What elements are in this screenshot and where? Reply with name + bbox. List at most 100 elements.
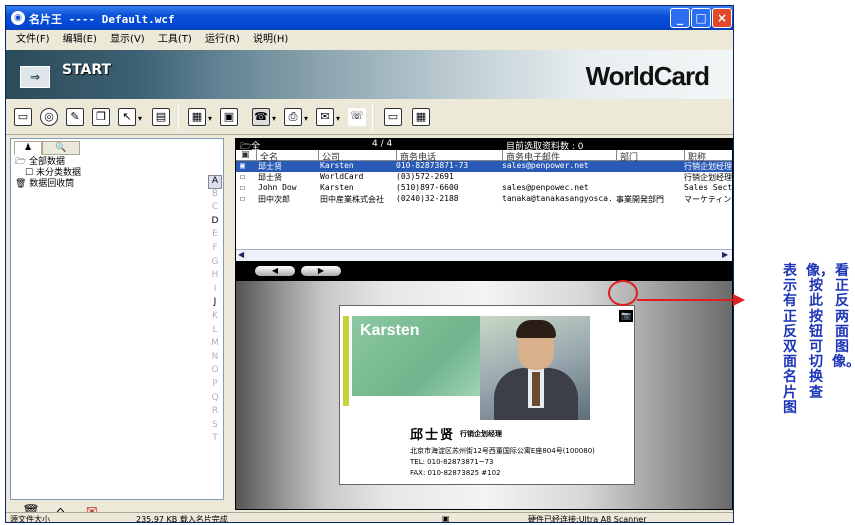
menu-run[interactable]: 运行(R)	[205, 30, 240, 50]
card-tel: TEL: 010-82873871~73	[410, 458, 494, 466]
menu-tools[interactable]: 工具(T)	[158, 30, 192, 50]
start-button[interactable]: ⇒ START	[20, 60, 130, 90]
tree-item-uncategorized[interactable]: ☐ 未分类数据	[15, 168, 81, 179]
chevron-down-icon[interactable]: ▾	[304, 114, 308, 123]
callout-arrow	[637, 299, 735, 301]
alpha-g[interactable]: G	[208, 257, 222, 271]
menu-file[interactable]: 文件(F)	[16, 30, 50, 50]
table-row[interactable]: ☐ John Dow Karsten (510)897-6600 sales@p…	[236, 183, 732, 194]
scanner-icon: ⇒	[20, 66, 50, 88]
menu-bar: 文件(F) 编辑(E) 显示(V) 工具(T) 运行(R) 说明(H)	[6, 30, 733, 50]
alpha-r[interactable]: R	[208, 406, 222, 420]
copy-icon[interactable]: ❐	[92, 108, 110, 126]
save-icon[interactable]: ▭	[14, 108, 32, 126]
export-icon[interactable]: ▣	[220, 108, 238, 126]
alpha-o[interactable]: O	[208, 365, 222, 379]
chevron-down-icon[interactable]: ▾	[336, 114, 340, 123]
alpha-s[interactable]: S	[208, 420, 222, 434]
print-icon[interactable]: ▦	[188, 108, 206, 126]
col-company[interactable]: 公司	[318, 150, 340, 163]
menu-help[interactable]: 说明(H)	[253, 30, 288, 50]
card-address: 北京市海淀区苏州街12号西董国际公寓E座804号(100080)	[410, 447, 595, 455]
alpha-k[interactable]: K	[208, 311, 222, 325]
view-icon[interactable]: ▤	[152, 108, 170, 126]
scroll-right-icon[interactable]: ▶	[722, 250, 728, 259]
menu-view[interactable]: 显示(V)	[110, 30, 145, 50]
alpha-a[interactable]: A	[208, 175, 222, 189]
alpha-q[interactable]: Q	[208, 393, 222, 407]
alpha-c[interactable]: C	[208, 202, 222, 216]
chevron-down-icon[interactable]: ▾	[138, 114, 142, 123]
close-button[interactable]: ×	[712, 8, 732, 28]
col-title[interactable]: 职称	[684, 150, 706, 163]
alpha-m[interactable]: M	[208, 338, 222, 352]
card-person-title: 行销企划经理	[460, 430, 502, 438]
alpha-b[interactable]: B	[208, 189, 222, 203]
email-icon[interactable]: ✉	[316, 108, 334, 126]
record-count: 4 / 4	[372, 139, 393, 149]
maximize-button[interactable]: □	[691, 8, 711, 28]
annotation-col2: 像，按此按钮可切换查	[806, 263, 834, 401]
col-dept[interactable]: 部门	[616, 150, 638, 163]
layout-icon[interactable]: ▦	[412, 108, 430, 126]
pane-splitter[interactable]	[225, 138, 233, 500]
col-name[interactable]: 全名	[256, 150, 278, 163]
card-stripe	[343, 316, 349, 406]
toolbar-separator	[372, 104, 373, 130]
alpha-j[interactable]: J	[208, 297, 222, 311]
banner: ⇒ START WorldCard	[6, 50, 733, 99]
fax-icon[interactable]: ⎙	[284, 108, 302, 126]
next-card-button[interactable]: ▶	[301, 266, 341, 276]
alpha-t[interactable]: T	[208, 433, 222, 447]
phone-icon[interactable]: ☎	[252, 108, 270, 126]
alpha-d[interactable]: D	[208, 216, 222, 230]
alpha-l[interactable]: L	[208, 325, 222, 339]
tree-item-recycle[interactable]: 🗑 数据回收筒	[15, 179, 81, 190]
menu-edit[interactable]: 编辑(E)	[63, 30, 97, 50]
group-pane: ♟ 🔍 🗁 全部数据 ☐ 未分类数据 🗑 数据回收筒 A B C D E F G…	[10, 138, 224, 500]
scan-icon[interactable]: ◎	[40, 108, 58, 126]
brand-logo: WorldCard	[585, 61, 710, 91]
status-device: 硬件已经连接:Ultra A8 Scanner	[528, 515, 647, 523]
flip-card-icon[interactable]: 📷	[619, 310, 633, 322]
alpha-f[interactable]: F	[208, 243, 222, 257]
minimize-button[interactable]: _	[670, 8, 690, 28]
card-fax: FAX: 010-82873825 #102	[410, 469, 501, 477]
window-title: 名片王 ---- Default.wcf	[29, 13, 175, 26]
card-icon[interactable]: ▣	[238, 150, 250, 161]
app-window: ◉ 名片王 ---- Default.wcf _ □ × 文件(F) 编辑(E)…	[5, 5, 734, 523]
list-header: 🗁 全部数据 4 / 4 目前选取资料数 : 0	[236, 139, 732, 191]
edit-icon[interactable]: ✎	[66, 108, 84, 126]
app-icon: ◉	[11, 11, 25, 25]
dial-icon[interactable]: ☏	[348, 108, 366, 126]
table-row[interactable]: ☐ 邱士贤 WorldCard (03)572-2691 行销企划经理	[236, 172, 732, 183]
prev-card-button[interactable]: ◀	[255, 266, 295, 276]
annotation-col1: 看正反两面图像。	[832, 263, 855, 371]
search-tab[interactable]: 🔍	[42, 141, 80, 155]
card-icon: ▣	[240, 161, 245, 170]
status-left: 源文件大小	[10, 515, 50, 523]
col-phone[interactable]: 商务电话	[396, 150, 436, 163]
alpha-h[interactable]: H	[208, 270, 222, 284]
select-icon[interactable]: ↖	[118, 108, 136, 126]
chevron-down-icon[interactable]: ▾	[208, 114, 212, 123]
device-icon: ▣	[442, 514, 450, 523]
alpha-index: A B C D E F G H I J K L M N O P Q R S T	[208, 175, 222, 447]
status-size: 235.97 KB 载入名片完成	[136, 515, 228, 523]
annotation-col3: 表示有正反双面名片图	[783, 263, 797, 416]
horizontal-scrollbar[interactable]: ◀ ▶	[236, 249, 732, 261]
table-row[interactable]: ▣ 邱士贤 Karsten 010-82873871-73 sales@penp…	[236, 161, 732, 172]
scroll-left-icon[interactable]: ◀	[238, 250, 244, 259]
tree-item-all[interactable]: 🗁 全部数据	[15, 157, 81, 168]
alpha-i[interactable]: I	[208, 284, 222, 298]
alpha-e[interactable]: E	[208, 229, 222, 243]
alpha-n[interactable]: N	[208, 352, 222, 366]
alpha-p[interactable]: P	[208, 379, 222, 393]
start-label: START	[62, 62, 112, 78]
doc-icon[interactable]: ▭	[384, 108, 402, 126]
chevron-down-icon[interactable]: ▾	[272, 114, 276, 123]
table-row[interactable]: ☐ 田中次郎 田中産業株式会社 (0240)32-2188 tanaka@tan…	[236, 194, 732, 205]
col-email[interactable]: 商务电子邮件	[502, 150, 560, 163]
contacts-tab[interactable]: ♟	[14, 141, 42, 155]
card-viewer: Karsten 📷 邱士贤 行销企划经理 北京市海淀区苏州街12号西董国际公寓E…	[235, 280, 733, 510]
